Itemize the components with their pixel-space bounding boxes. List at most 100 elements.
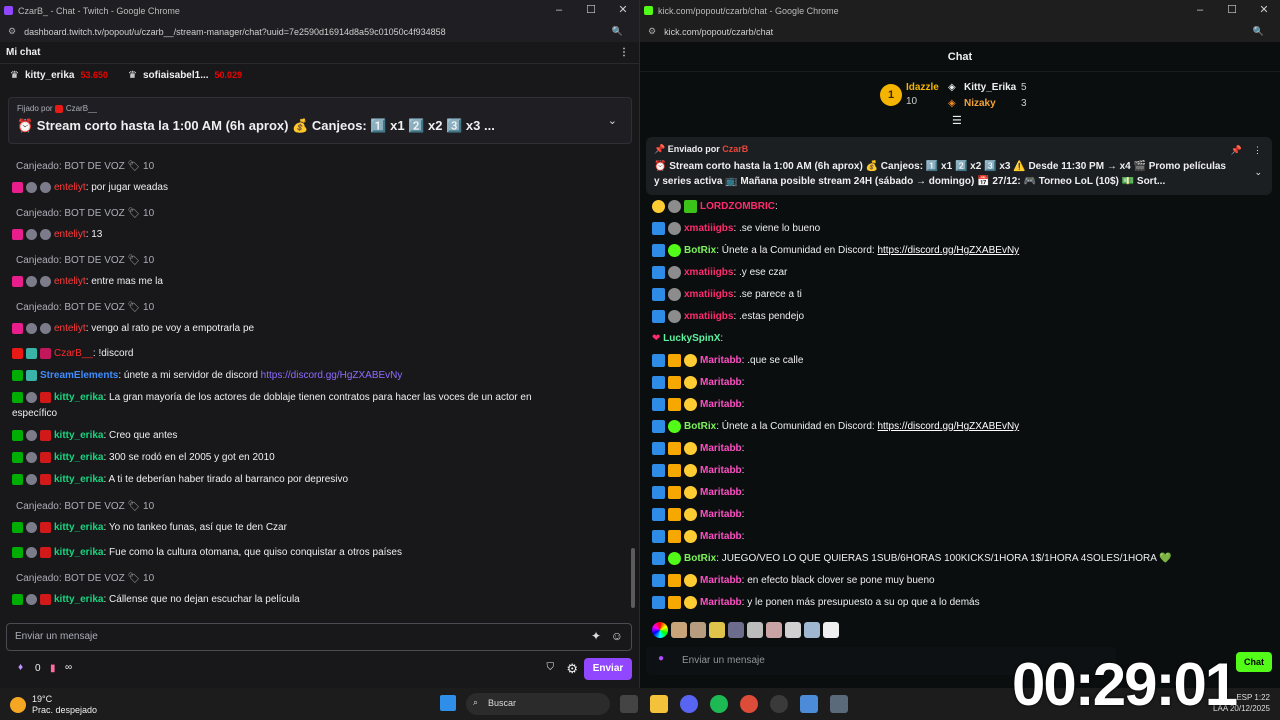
chat-username[interactable]: kitty_erika xyxy=(54,430,103,441)
kick-url[interactable]: kick.com/popout/czarb/chat xyxy=(664,27,773,37)
chat-username[interactable]: kitty_erika xyxy=(54,594,103,605)
chat-username[interactable]: xmatiiigbs xyxy=(684,289,733,300)
zoom-icon[interactable]: 🔍 xyxy=(612,26,623,37)
maximize-icon[interactable]: ☐ xyxy=(575,0,607,21)
redeem-row: Canjeado: BOT DE VOZ 🏷 10 xyxy=(16,501,155,512)
chat-username[interactable]: kitty_erika xyxy=(54,392,103,403)
twitch-url[interactable]: dashboard.twitch.tv/popout/u/czarb__/str… xyxy=(24,27,446,37)
emote-icon[interactable] xyxy=(671,622,687,638)
pinned-message[interactable]: Fijado por CzarB__ ⏰ Stream corto hasta … xyxy=(8,97,632,144)
discord-link[interactable]: https://discord.gg/HgZXABEvNy xyxy=(261,370,403,381)
reward-icon[interactable]: ▮ xyxy=(50,663,56,674)
chat-username[interactable]: BotRix xyxy=(684,245,716,256)
chat-username[interactable]: enteliyt xyxy=(54,323,86,334)
chat-username[interactable]: xmatiiigbs xyxy=(684,223,733,234)
chat-username[interactable]: CzarB__ xyxy=(54,348,93,359)
chat-username[interactable]: xmatiiigbs xyxy=(684,311,733,322)
chat-input[interactable]: Enviar un mensaje ✦ ☺ xyxy=(6,623,632,651)
emote-icon[interactable] xyxy=(766,622,782,638)
kick-pinned-message[interactable]: 📌 Enviado por CzarB ⏰ Stream corto hasta… xyxy=(646,137,1272,195)
mod-badge-icon xyxy=(12,521,23,533)
zoom-icon[interactable]: 🔍 xyxy=(1253,26,1264,37)
calculator-icon[interactable] xyxy=(830,695,848,713)
pin-icon[interactable]: 📌 xyxy=(1231,145,1242,156)
kick-url-bar[interactable]: ⚙ kick.com/popout/czarb/chat 🔍 xyxy=(640,21,1280,42)
weather-widget[interactable]: 19°C Prac. despejado xyxy=(10,694,97,716)
close-icon[interactable]: ✕ xyxy=(607,0,639,21)
emote-picker-icon[interactable]: ☺ xyxy=(611,629,623,643)
chat-username[interactable]: kitty_erika xyxy=(54,452,103,463)
chat-username[interactable]: LuckySpinX xyxy=(663,333,720,344)
chat-username[interactable]: Maritabb xyxy=(700,509,742,520)
emote-icon[interactable] xyxy=(785,622,801,638)
chat-row-continuation: específico xyxy=(12,408,58,419)
expand-leaderboard-icon[interactable]: ☰ xyxy=(952,114,962,127)
emote-icon[interactable] xyxy=(728,622,744,638)
chat-username[interactable]: Maritabb xyxy=(700,443,742,454)
chat-scrollbar[interactable] xyxy=(631,548,635,608)
discord-link[interactable]: https://discord.gg/HgZXABEvNy xyxy=(877,421,1019,432)
discord-icon[interactable] xyxy=(680,695,698,713)
emote-icon[interactable] xyxy=(747,622,763,638)
chat-username[interactable]: Maritabb xyxy=(700,377,742,388)
kick-leaderboard[interactable]: 1 Idazzle 10 ◈ Kitty_Erika 5 ◈ Nizaky 3 … xyxy=(640,78,1280,128)
crown-badge-icon xyxy=(668,529,681,543)
chat-username[interactable]: Maritabb xyxy=(700,575,742,586)
start-icon[interactable] xyxy=(440,695,456,711)
emote-bar[interactable] xyxy=(652,622,839,640)
sub-badge-icon xyxy=(26,347,37,359)
sub-badge-icon xyxy=(652,221,665,235)
chat-username[interactable]: Maritabb xyxy=(700,355,742,366)
site-info-icon[interactable]: ⚙ xyxy=(8,26,16,37)
close-icon[interactable]: ✕ xyxy=(1248,0,1280,21)
minimize-icon[interactable]: – xyxy=(1184,0,1216,21)
chat-username[interactable]: Maritabb xyxy=(700,487,742,498)
task-view-icon[interactable] xyxy=(620,695,638,713)
chat-username[interactable]: kitty_erika xyxy=(54,474,103,485)
chat-username[interactable]: Maritabb xyxy=(700,465,742,476)
cheer-icon[interactable]: ✦ xyxy=(591,629,601,643)
channel-points-icon[interactable]: ♦ xyxy=(18,662,23,673)
taskbar-search[interactable]: ⌕ Buscar xyxy=(466,693,610,715)
notes-icon[interactable] xyxy=(800,695,818,713)
chat-username[interactable]: Maritabb xyxy=(700,531,742,542)
emote-color-wheel-icon[interactable] xyxy=(652,622,668,638)
obs-icon[interactable] xyxy=(770,695,788,713)
kick-chat-send-button[interactable]: Chat xyxy=(1236,652,1272,672)
chat-username[interactable]: enteliyt xyxy=(54,276,86,287)
chat-username[interactable]: LORDZOMBRIC xyxy=(700,201,775,212)
chevron-down-icon[interactable]: ⌄ xyxy=(608,114,617,127)
maximize-icon[interactable]: ☐ xyxy=(1216,0,1248,21)
pinned-user[interactable]: CzarB xyxy=(722,144,748,154)
minimize-icon[interactable]: – xyxy=(543,0,575,21)
shield-mode-icon[interactable]: ⛉ xyxy=(547,662,555,673)
more-options-icon[interactable]: ⋮ xyxy=(619,47,629,58)
chat-username[interactable]: enteliyt xyxy=(54,229,86,240)
emote-icon[interactable] xyxy=(709,622,725,638)
chat-username[interactable]: kitty_erika xyxy=(54,522,103,533)
file-explorer-icon[interactable] xyxy=(650,695,668,713)
emote-icon[interactable] xyxy=(804,622,820,638)
chat-username[interactable]: xmatiiigbs xyxy=(684,267,733,278)
twitch-url-bar[interactable]: ⚙ dashboard.twitch.tv/popout/u/czarb__/s… xyxy=(0,21,639,42)
chevron-down-icon[interactable]: ⌄ xyxy=(1254,167,1262,178)
chat-username[interactable]: kitty_erika xyxy=(54,547,103,558)
discord-link[interactable]: https://discord.gg/HgZXABEvNy xyxy=(877,245,1019,256)
site-info-icon[interactable]: ⚙ xyxy=(648,26,656,37)
send-button[interactable]: Enviar xyxy=(584,658,632,680)
chat-username[interactable]: BotRix xyxy=(684,553,716,564)
spotify-icon[interactable] xyxy=(710,695,728,713)
mic-icon[interactable]: ● xyxy=(658,653,664,664)
more-options-icon[interactable]: ⋮ xyxy=(1253,145,1262,156)
chat-username[interactable]: Maritabb xyxy=(700,597,742,608)
emote-icon[interactable] xyxy=(823,622,839,638)
chat-username[interactable]: enteliyt xyxy=(54,182,86,193)
chat-username[interactable]: StreamElements xyxy=(40,370,118,381)
leaderboard-bar[interactable]: ♛ kitty_erika 53.650 ♛ sofiaisabel1... 5… xyxy=(0,64,639,86)
chrome-icon[interactable] xyxy=(740,695,758,713)
settings-icon[interactable]: ⚙ xyxy=(566,661,578,677)
kick-favicon-icon xyxy=(644,6,653,15)
emote-icon[interactable] xyxy=(690,622,706,638)
chat-username[interactable]: BotRix xyxy=(684,421,716,432)
chat-username[interactable]: Maritabb xyxy=(700,399,742,410)
